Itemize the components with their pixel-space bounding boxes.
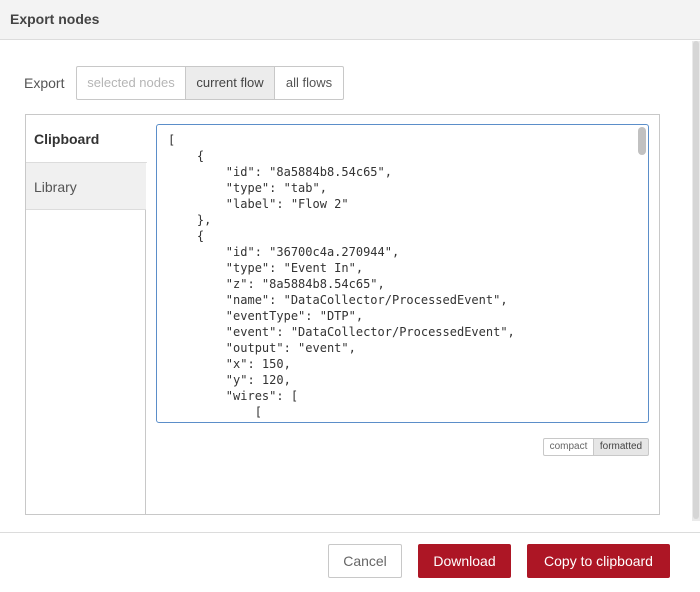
copy-to-clipboard-button[interactable]: Copy to clipboard [527, 544, 670, 578]
clipboard-json-textarea[interactable]: [ { "id": "8a5884b8.54c65", "type": "tab… [156, 124, 649, 423]
tab-clipboard[interactable]: Clipboard [26, 115, 147, 163]
export-label: Export [24, 75, 65, 91]
export-selected-nodes-button[interactable]: selected nodes [76, 66, 186, 100]
export-panel: Clipboard Library [ { "id": "8a5884b8.54… [25, 114, 660, 515]
export-current-flow-button[interactable]: current flow [185, 66, 275, 100]
dialog-titlebar: Export nodes [0, 0, 700, 40]
export-all-flows-button[interactable]: all flows [274, 66, 344, 100]
dialog-scrollbar-thumb[interactable] [693, 41, 699, 519]
dialog-scrollbar[interactable] [692, 41, 700, 521]
dialog-footer: Cancel Download Copy to clipboard [0, 532, 700, 592]
tab-library[interactable]: Library [26, 162, 146, 210]
download-button[interactable]: Download [418, 544, 511, 578]
textarea-scrollbar[interactable] [638, 127, 646, 420]
cancel-button[interactable]: Cancel [328, 544, 402, 578]
format-compact-button[interactable]: compact [543, 438, 594, 456]
clipboard-json-content[interactable]: [ { "id": "8a5884b8.54c65", "type": "tab… [168, 132, 634, 422]
export-nodes-dialog: Export nodes Export selected nodes curre… [0, 0, 700, 592]
textarea-scrollbar-thumb[interactable] [638, 127, 646, 155]
export-sidebar: Clipboard Library [26, 115, 147, 514]
format-formatted-button[interactable]: formatted [593, 438, 649, 456]
dialog-title: Export nodes [10, 11, 100, 27]
